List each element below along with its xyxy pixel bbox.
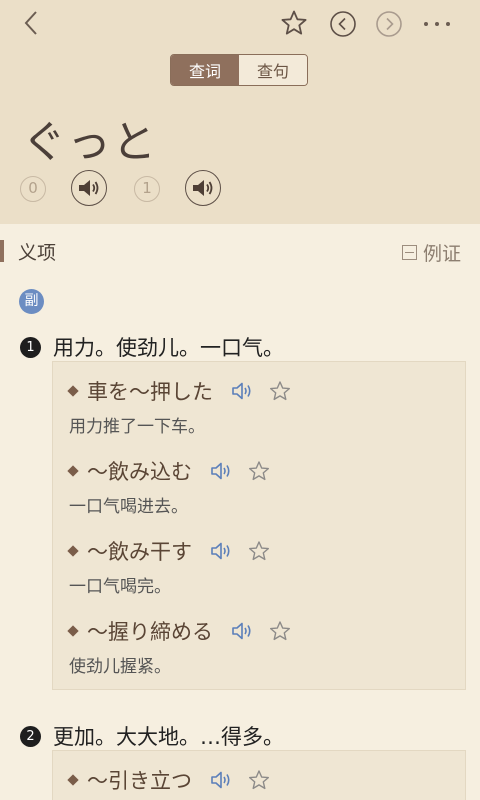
example-translation: 使劲儿握紧。 [69,657,171,677]
pronunciation-audio-button[interactable] [185,170,221,206]
sense-number: 2 [20,725,41,747]
speaker-icon[interactable] [210,539,234,563]
example-item: ～引き立つ [67,766,270,794]
example-japanese: ～握り締める [87,620,213,644]
tab-lookup-word[interactable]: 查词 [171,55,239,85]
speaker-icon[interactable] [210,459,234,483]
example-item: 車を～押した 用力推了一下车。 [67,377,291,437]
diamond-bullet-icon [67,465,79,477]
headword: ぐっと [22,117,157,168]
speaker-icon[interactable] [231,619,255,643]
chevron-left-circle-icon [330,11,356,37]
sense-definition: 用力。使劲儿。一口气。 [53,336,284,360]
senses-section-header: 义项 例证 [0,236,480,268]
speaker-icon[interactable] [231,379,255,403]
star-icon[interactable] [248,769,270,791]
sense-number: 1 [20,336,41,358]
next-word-button[interactable] [375,10,403,38]
tab-lookup-sentence[interactable]: 查句 [239,55,307,85]
sense-item: 2 更加。大大地。…得多。 [20,721,284,751]
examples-box: ～引き立つ [52,750,466,800]
star-icon[interactable] [248,460,270,482]
star-icon[interactable] [248,540,270,562]
section-title: 义项 [18,242,57,264]
speaker-icon [193,180,213,196]
previous-word-button[interactable] [329,10,357,38]
speaker-icon [79,180,99,196]
star-icon[interactable] [269,380,291,402]
example-japanese: ～飲み込む [87,460,192,484]
pitch-accent-number: 0 [20,176,46,202]
header: 查词 查句 ぐっと 0 1 [0,0,480,224]
example-item: ～飲み込む 一口气喝进去。 [67,457,270,517]
pronunciation-audio-button[interactable] [71,170,107,206]
example-item: ～握り締める 使劲儿握紧。 [67,617,291,677]
diamond-bullet-icon [67,385,79,397]
example-japanese: ～引き立つ [87,769,192,793]
more-button[interactable] [420,12,456,36]
example-translation: 一口气喝进去。 [69,497,188,517]
example-translation: 用力推了一下车。 [69,417,205,437]
examples-box: 車を～押した 用力推了一下车。 ～飲み込む 一口气喝进去。 ～飲み干す 一口气喝… [52,361,466,690]
sense-definition: 更加。大大地。…得多。 [53,725,284,749]
search-mode-tabs: 查词 查句 [170,54,308,86]
star-icon [281,10,307,35]
example-item: ～飲み干す 一口气喝完。 [67,537,270,597]
checkbox-icon [402,244,417,260]
top-bar [0,0,480,48]
diamond-bullet-icon [67,774,79,786]
example-japanese: 車を～押した [87,380,213,404]
back-button[interactable] [18,8,48,38]
show-examples-toggle[interactable]: 例证 [402,238,461,266]
chevron-left-icon [24,11,37,35]
speaker-icon[interactable] [210,768,234,792]
example-toggle-label: 例证 [423,242,462,265]
favorite-button[interactable] [280,9,308,37]
star-icon[interactable] [269,620,291,642]
part-of-speech-badge: 副 [19,289,44,314]
diamond-bullet-icon [67,545,79,557]
example-japanese: ～飲み干す [87,540,192,564]
pitch-accent-number: 1 [134,176,160,202]
chevron-right-circle-icon [376,11,402,37]
more-dots-icon [424,22,450,26]
example-translation: 一口气喝完。 [69,577,171,597]
diamond-bullet-icon [67,625,79,637]
sense-item: 1 用力。使劲儿。一口气。 [20,332,284,362]
section-accent-bar [0,240,4,262]
